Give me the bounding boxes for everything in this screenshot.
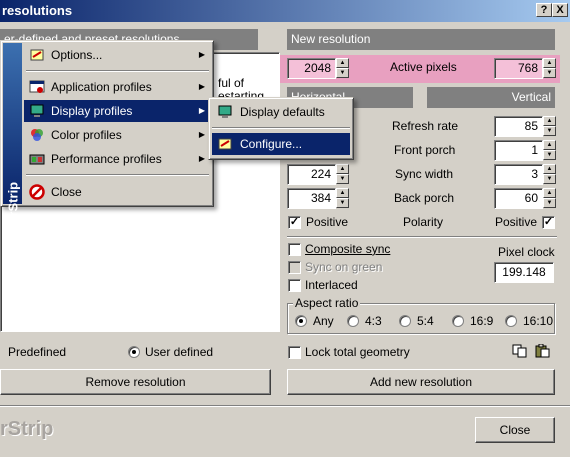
display-profiles-submenu: Display defaults Configure... (208, 97, 354, 160)
refresh-rate-label: Refresh rate (392, 119, 459, 133)
sync-on-green-label: Sync on green (305, 260, 383, 274)
menu-item-application-profiles[interactable]: Application profiles ▶ (24, 76, 211, 98)
sync-on-green-checkbox[interactable] (288, 261, 301, 274)
display-defaults-icon (217, 104, 233, 120)
active-pixels-label: Active pixels (390, 60, 457, 74)
back-porch-h-field[interactable]: 384 (287, 188, 336, 209)
new-resolution-header: New resolution (287, 29, 555, 50)
composite-sync-checkbox[interactable] (288, 243, 301, 256)
predefined-radio-label: Predefined (8, 345, 67, 359)
submenu-item-configure[interactable]: Configure... (212, 133, 350, 155)
window-title: resolutions (2, 3, 73, 18)
application-profiles-icon (29, 79, 45, 95)
title-bar: resolutions ? X (0, 0, 570, 22)
front-porch-v-spinner[interactable]: ▲ ▼ (543, 140, 556, 161)
aspect-any-label: Any (313, 314, 334, 328)
menu-side-banner: PowerStrip (3, 43, 22, 251)
menu-item-close[interactable]: Close (24, 181, 211, 203)
performance-profiles-icon (29, 151, 45, 167)
active-height-field[interactable]: 768 (494, 58, 543, 79)
aspect-4-3-label: 4:3 (365, 314, 382, 328)
back-porch-h-spinner[interactable]: ▲ ▼ (336, 188, 349, 209)
aspect-ratio-label: Aspect ratio (293, 296, 361, 310)
close-button[interactable]: Close (475, 417, 555, 443)
aspect-any-radio[interactable] (295, 315, 307, 327)
front-porch-label: Front porch (394, 143, 456, 157)
configure-icon (217, 136, 233, 152)
polarity-label: Polarity (403, 215, 444, 229)
close-icon (29, 184, 45, 200)
pixel-clock-field[interactable]: 199.148 (494, 262, 554, 283)
back-porch-label: Back porch (394, 191, 455, 205)
powerstrip-menu: PowerStrip Options... ▶ Application prof… (0, 40, 214, 251)
sync-width-h-spinner[interactable]: ▲ ▼ (336, 164, 349, 185)
aspect-16-10-label: 16:10 (523, 314, 554, 328)
user-defined-radio[interactable] (128, 346, 140, 358)
aspect-16-9-label: 16:9 (470, 314, 494, 328)
list-text-partial-1: ful of (218, 76, 245, 90)
brand-logo: rStrip (0, 418, 54, 440)
active-height-spinner[interactable]: ▲ ▼ (543, 58, 556, 79)
refresh-rate-v-spinner[interactable]: ▲ ▼ (543, 116, 556, 137)
lock-geometry-checkbox[interactable] (288, 346, 301, 359)
active-width-field[interactable]: 2048 (287, 58, 336, 79)
sync-width-h-field[interactable]: 224 (287, 164, 336, 185)
sync-width-label: Sync width (395, 167, 454, 181)
divider (287, 236, 557, 238)
aspect-5-4-label: 5:4 (417, 314, 434, 328)
options-icon (29, 47, 45, 63)
add-new-resolution-button[interactable]: Add new resolution (287, 369, 555, 395)
front-porch-v-field[interactable]: 1 (494, 140, 543, 161)
refresh-rate-v-field[interactable]: 85 (494, 116, 543, 137)
pixel-clock-label: Pixel clock (498, 245, 555, 259)
menu-side-label: PowerStrip (5, 181, 21, 251)
active-width-spinner[interactable]: ▲ ▼ (336, 58, 349, 79)
menu-item-display-profiles[interactable]: Display profiles ▶ (24, 100, 211, 122)
positive-h-checkbox[interactable]: ✓ (288, 216, 301, 229)
sync-width-v-spinner[interactable]: ▲ ▼ (543, 164, 556, 185)
tab-vertical[interactable]: Vertical (427, 87, 555, 108)
composite-sync-label: Composite sync (305, 242, 391, 256)
menu-item-performance-profiles[interactable]: Performance profiles ▶ (24, 148, 211, 170)
menu-item-options[interactable]: Options... ▶ (24, 44, 211, 66)
menu-item-color-profiles[interactable]: Color profiles ▶ (24, 124, 211, 146)
positive-h-label: Positive (306, 215, 349, 229)
submenu-item-display-defaults[interactable]: Display defaults (212, 101, 350, 123)
aspect-5-4-radio[interactable] (399, 315, 411, 327)
aspect-16-10-radio[interactable] (505, 315, 517, 327)
interlaced-label: Interlaced (305, 278, 358, 292)
footer-divider (0, 405, 570, 407)
color-profiles-icon (29, 127, 45, 143)
display-profiles-icon (29, 103, 45, 119)
back-porch-v-field[interactable]: 60 (494, 188, 543, 209)
remove-resolution-button[interactable]: Remove resolution (0, 369, 271, 395)
user-defined-label: User defined (145, 345, 214, 359)
paste-icon[interactable] (535, 343, 551, 358)
lock-geometry-label: Lock total geometry (305, 345, 410, 359)
aspect-16-9-radio[interactable] (452, 315, 464, 327)
copy-icon[interactable] (512, 344, 528, 358)
sync-width-v-field[interactable]: 3 (494, 164, 543, 185)
positive-v-checkbox[interactable]: ✓ (542, 216, 555, 229)
positive-v-label: Positive (495, 215, 538, 229)
close-window-button[interactable]: X (552, 3, 568, 17)
interlaced-checkbox[interactable] (288, 279, 301, 292)
aspect-4-3-radio[interactable] (347, 315, 359, 327)
back-porch-v-spinner[interactable]: ▲ ▼ (543, 188, 556, 209)
help-button[interactable]: ? (536, 3, 552, 17)
